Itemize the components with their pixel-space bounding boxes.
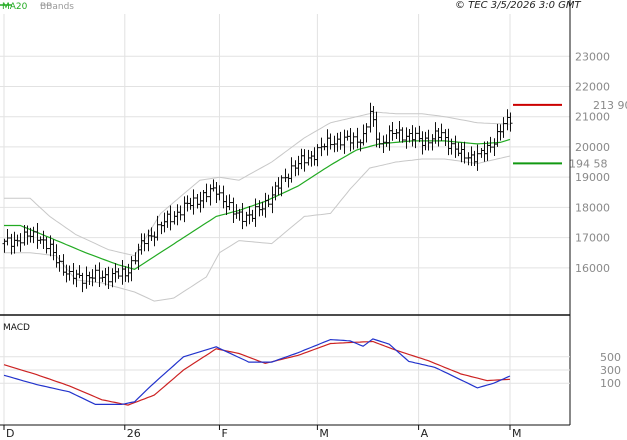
y-tick-label: 19000 — [575, 171, 610, 184]
y-tick-label: 20000 — [575, 141, 610, 154]
stock-chart: MA20 BBands © TEC 3/5/2026 3:0 GMT 23000… — [0, 0, 627, 440]
macd-y-tick-label: 100 — [600, 377, 621, 390]
y-tick-label: 23000 — [575, 50, 610, 63]
macd-y-axis-labels: 500 300 100 — [600, 351, 621, 390]
macd-y-tick-label: 500 — [600, 351, 621, 364]
y-tick-label: 22000 — [575, 80, 610, 93]
support-label: 194 58 — [569, 157, 608, 170]
x-tick-label: F — [221, 427, 227, 440]
y-tick-label: 21000 — [575, 111, 610, 124]
macd-title: MACD — [3, 323, 30, 333]
x-tick-label: A — [421, 427, 429, 440]
macd-y-tick-label: 300 — [600, 364, 621, 377]
y-tick-label: 18000 — [575, 201, 610, 214]
resistance-label: 213 90 — [593, 99, 627, 112]
copyright-label: © TEC 3/5/2026 3:0 GMT — [455, 0, 582, 11]
x-tick-label: 26 — [127, 427, 141, 440]
y-tick-label: 17000 — [575, 232, 610, 245]
x-tick-label: D — [6, 427, 14, 440]
legend-ma-label: MA20 — [2, 2, 28, 12]
chart-background — [0, 0, 627, 440]
x-tick-label: M — [512, 427, 522, 440]
x-tick-label: M — [319, 427, 329, 440]
y-tick-label: 16000 — [575, 262, 610, 275]
legend-bbands-label: BBands — [40, 2, 74, 12]
